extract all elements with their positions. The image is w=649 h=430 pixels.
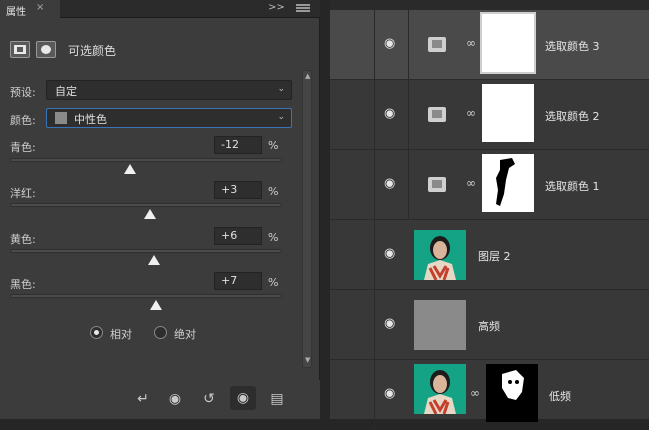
percent-label: % bbox=[268, 185, 279, 198]
link-icon[interactable]: ∞ bbox=[466, 36, 476, 50]
scroll-down-icon[interactable]: ▼ bbox=[305, 356, 310, 364]
panel-divider bbox=[321, 0, 330, 419]
mask-shape bbox=[502, 370, 524, 400]
eye-icon[interactable]: ◉ bbox=[384, 176, 395, 191]
tab-close-button[interactable]: × bbox=[36, 2, 44, 13]
layer-row[interactable]: ◉ ∞ 低频 bbox=[330, 360, 649, 430]
portrait-thumbnail bbox=[414, 230, 466, 280]
eye-icon[interactable]: ◉ bbox=[230, 386, 256, 410]
layer-row[interactable]: ◉ ∞ 选取颜色 2 bbox=[330, 80, 649, 150]
eye-icon[interactable]: ◉ bbox=[384, 386, 395, 401]
percent-label: % bbox=[268, 276, 279, 289]
slider-label-magenta: 洋红: bbox=[10, 187, 36, 200]
slider-value-yellow[interactable]: +6 bbox=[214, 227, 262, 245]
layer-row[interactable]: ◉ ∞ 选取颜色 1 bbox=[330, 150, 649, 220]
slider-label-cyan: 青色: bbox=[10, 141, 36, 154]
adjustment-icon[interactable] bbox=[10, 41, 30, 58]
link-icon[interactable]: ∞ bbox=[466, 176, 476, 190]
mask-thumbnail[interactable] bbox=[480, 12, 536, 74]
portrait-thumbnail bbox=[414, 364, 466, 414]
mask-thumbnail[interactable] bbox=[482, 84, 534, 142]
properties-panel bbox=[0, 0, 320, 419]
layer-row[interactable]: ◉ 图层 2 bbox=[330, 220, 649, 290]
relative-radio[interactable] bbox=[90, 326, 103, 339]
colors-label: 颜色: bbox=[10, 114, 36, 127]
slider-track-yellow[interactable] bbox=[10, 249, 282, 253]
eye-icon[interactable]: ◉ bbox=[384, 36, 395, 51]
layer-image-thumbnail[interactable] bbox=[414, 300, 466, 350]
collapse-panel-button[interactable]: >> bbox=[268, 2, 285, 13]
panel-title: 可选颜色 bbox=[68, 44, 117, 58]
slider-thumb-cyan[interactable] bbox=[123, 164, 136, 174]
slider-value-black[interactable]: +7 bbox=[214, 272, 262, 290]
relative-label: 相对 bbox=[110, 328, 132, 341]
layers-top-strip bbox=[330, 0, 649, 10]
slider-track-magenta[interactable] bbox=[10, 203, 282, 207]
panel-menu-icon[interactable] bbox=[296, 3, 310, 15]
layer-row[interactable]: ◉ ∞ 选取颜色 3 bbox=[330, 10, 649, 80]
layer-name: 选取颜色 2 bbox=[545, 110, 600, 123]
link-icon[interactable]: ∞ bbox=[470, 386, 480, 400]
slider-thumb-black[interactable] bbox=[149, 300, 162, 310]
mask-thumbnail[interactable] bbox=[482, 154, 534, 212]
slider-thumb-magenta[interactable] bbox=[144, 209, 157, 219]
layer-name: 选取颜色 3 bbox=[545, 40, 600, 53]
slider-thumb-yellow[interactable] bbox=[148, 255, 161, 265]
slider-value-magenta[interactable]: +3 bbox=[214, 181, 262, 199]
slider-label-black: 黑色: bbox=[10, 278, 36, 291]
preset-select[interactable]: 自定 ⌄ bbox=[46, 80, 292, 100]
mask-icon[interactable] bbox=[36, 41, 56, 58]
scroll-up-icon[interactable]: ▲ bbox=[305, 72, 310, 80]
adjustment-icon bbox=[428, 37, 446, 52]
reset-icon[interactable]: ↺ bbox=[198, 390, 220, 408]
absolute-label: 绝对 bbox=[174, 328, 196, 341]
absolute-radio[interactable] bbox=[154, 326, 167, 339]
preset-label: 预设: bbox=[10, 86, 36, 99]
adjustment-icon bbox=[428, 177, 446, 192]
colors-value: 中性色 bbox=[74, 113, 107, 126]
layer-name: 低频 bbox=[549, 390, 571, 403]
layer-image-thumbnail[interactable] bbox=[414, 364, 466, 414]
slider-value-cyan[interactable]: -12 bbox=[214, 136, 262, 154]
layer-name: 图层 2 bbox=[478, 250, 511, 263]
preset-value: 自定 bbox=[55, 85, 77, 98]
slider-track-cyan[interactable] bbox=[10, 158, 282, 162]
mask-thumbnail[interactable] bbox=[486, 364, 538, 422]
slider-track-black[interactable] bbox=[10, 294, 282, 298]
properties-scrollbar[interactable] bbox=[302, 70, 312, 368]
eye-icon[interactable]: ◉ bbox=[384, 106, 395, 121]
layer-image-thumbnail[interactable] bbox=[414, 230, 466, 280]
adjustment-icon bbox=[428, 107, 446, 122]
color-swatch bbox=[55, 112, 67, 124]
link-icon[interactable]: ∞ bbox=[466, 106, 476, 120]
mask-shape bbox=[496, 158, 515, 206]
eye-icon[interactable]: ◉ bbox=[384, 246, 395, 261]
layer-row[interactable]: ◉ 高频 bbox=[330, 290, 649, 360]
slider-label-yellow: 黄色: bbox=[10, 233, 36, 246]
tab-properties[interactable]: 属性 bbox=[0, 0, 60, 18]
layer-name: 选取颜色 1 bbox=[545, 180, 600, 193]
layer-name: 高频 bbox=[478, 320, 500, 333]
percent-label: % bbox=[268, 231, 279, 244]
chevron-down-icon: ⌄ bbox=[277, 84, 285, 94]
colors-select[interactable]: 中性色 ⌄ bbox=[46, 108, 292, 128]
previous-state-icon[interactable]: ◉ bbox=[164, 390, 186, 408]
eye-icon[interactable]: ◉ bbox=[384, 316, 395, 331]
trash-icon[interactable]: ▤ bbox=[266, 390, 288, 408]
clip-to-layer-icon[interactable]: ↵ bbox=[132, 390, 154, 408]
chevron-down-icon: ⌄ bbox=[277, 112, 285, 122]
percent-label: % bbox=[268, 139, 279, 152]
